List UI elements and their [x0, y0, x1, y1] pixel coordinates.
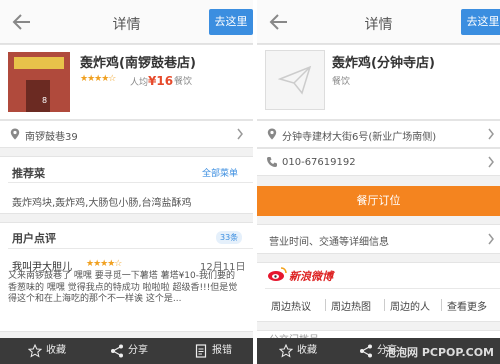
share-icon — [360, 344, 372, 358]
business-hours-label: 营业时间、交通等详细信息 — [269, 237, 389, 248]
go-here-button[interactable]: 去这里 — [209, 9, 253, 35]
review-stars: ★★★★☆ — [86, 259, 122, 269]
divider — [265, 288, 500, 289]
shop-photo[interactable]: 8 — [8, 52, 70, 112]
address-text: 南锣鼓巷39 — [25, 132, 78, 143]
tab-separator — [441, 299, 442, 311]
divider — [8, 182, 253, 183]
site-watermark: 泡泡网 PCPOP.COM — [385, 346, 494, 359]
phone-number: 010-67619192 — [282, 157, 356, 168]
document-icon — [195, 344, 207, 358]
restaurant-booking-button[interactable]: 餐厅订位 — [257, 186, 500, 216]
category-label: 餐饮 — [174, 77, 193, 87]
header-bar: 详情 去这里 — [0, 0, 253, 44]
left-phone-screen: 详情 去这里 8 轰炸鸡(南锣鼓巷店) ★★★★☆ 人均¥16 餐饮 南锣鼓巷3… — [0, 0, 253, 364]
placeholder-photo — [265, 50, 325, 110]
review-count-badge[interactable]: 33条 — [216, 231, 243, 244]
phone-icon — [267, 157, 277, 167]
weibo-tab-nearby-discussion[interactable]: 周边热议 — [271, 298, 311, 313]
address-text: 分钟寺建材大街6号(新业广场南侧) — [282, 132, 437, 143]
avg-label: 人均 — [130, 78, 149, 88]
weibo-tab-nearby-people[interactable]: 周边的人 — [390, 298, 430, 313]
tab-separator — [384, 299, 385, 311]
go-here-button[interactable]: 去这里 — [461, 9, 500, 35]
chevron-right-icon — [488, 233, 494, 245]
weibo-tab-nearby-photos[interactable]: 周边热图 — [331, 298, 371, 313]
header-bar: 详情 去这里 — [257, 0, 500, 44]
share-icon — [111, 344, 123, 358]
category-label: 餐饮 — [332, 77, 351, 87]
star-icon — [28, 344, 42, 358]
weibo-logo-icon — [268, 267, 287, 281]
paper-plane-icon — [278, 65, 312, 95]
reviews-title: 用户点评 — [12, 232, 56, 245]
shop-name: 轰炸鸡(分钟寺店) — [332, 56, 435, 71]
star-icon — [279, 344, 293, 358]
location-pin-icon — [10, 128, 20, 140]
rating-stars: ★★★★☆ — [80, 74, 116, 84]
divider — [8, 248, 253, 249]
review-text[interactable]: 又来南锣鼓巷了 嘿嘿 要寻觅一下薯塔 薯塔¥10-我们要的香葱味的 嘿嘿 觉得我… — [8, 271, 243, 306]
weibo-tab-view-more[interactable]: 查看更多 — [447, 298, 487, 313]
all-menu-link[interactable]: 全部菜单 — [202, 166, 238, 179]
location-pin-icon — [267, 128, 277, 140]
recommended-dishes-list: 轰炸鸡块,轰炸鸡,大肠包小肠,台湾盐酥鸡 — [12, 198, 192, 209]
avg-price-value: ¥16 — [148, 74, 174, 88]
recommended-title: 推荐菜 — [12, 167, 45, 180]
weibo-logo-text: 新浪微博 — [289, 270, 333, 283]
average-price: 人均¥16 — [130, 74, 173, 88]
bottom-toolbar: 收藏 分享 报错 — [0, 338, 253, 364]
chevron-right-icon — [488, 128, 494, 140]
tab-separator — [325, 299, 326, 311]
chevron-right-icon — [237, 128, 243, 140]
chevron-right-icon — [488, 156, 494, 168]
shop-name: 轰炸鸡(南锣鼓巷店) — [80, 56, 196, 71]
right-phone-screen: 详情 去这里 轰炸鸡(分钟寺店) 餐饮 分钟寺建材大街6号(新业广场南侧) 01… — [257, 0, 500, 364]
